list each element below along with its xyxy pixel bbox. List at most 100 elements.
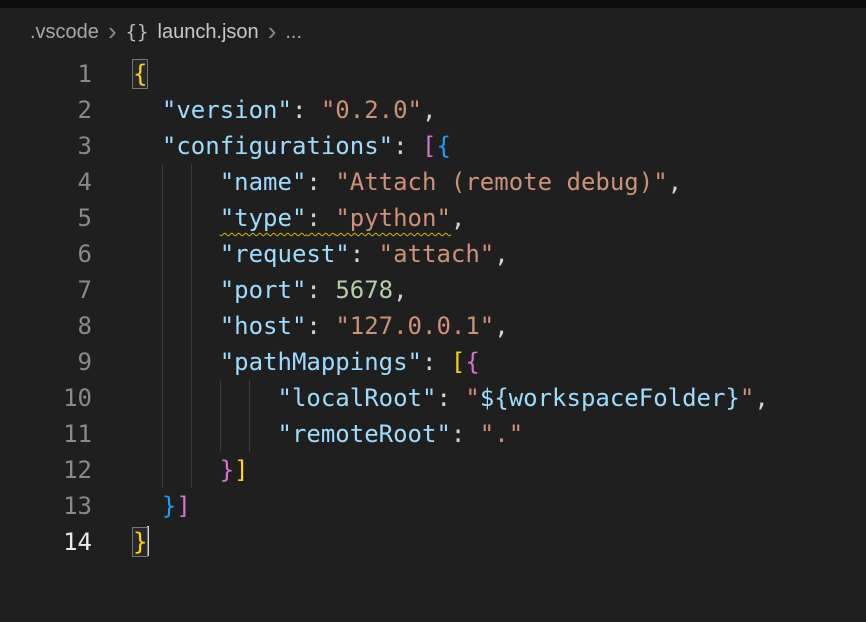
token-str: "Attach (remote debug)" [335, 168, 667, 196]
code-text: "remoteRoot": "." [133, 416, 523, 452]
token-key: "pathMappings" [220, 348, 422, 376]
code-line[interactable]: 11 "remoteRoot": "." [0, 416, 866, 452]
code-text: "localRoot": "${workspaceFolder}", [133, 380, 769, 416]
token-str: "attach" [379, 240, 495, 268]
line-number[interactable]: 9 [0, 344, 92, 380]
code-line[interactable]: 4 "name": "Attach (remote debug)", [0, 164, 866, 200]
token-key: "port" [220, 276, 307, 304]
chevron-right-icon: › [108, 18, 117, 44]
token-b1: { [133, 60, 147, 88]
token-key: "type" [220, 204, 307, 232]
code-line[interactable]: 6 "request": "attach", [0, 236, 866, 272]
token-pun: : [306, 168, 335, 196]
code-line[interactable]: 10 "localRoot": "${workspaceFolder}", [0, 380, 866, 416]
line-number[interactable]: 13 [0, 488, 92, 524]
code-line[interactable]: 2 "version": "0.2.0", [0, 92, 866, 128]
token-pun: , [422, 96, 436, 124]
line-number[interactable]: 4 [0, 164, 92, 200]
code-lines: 1{2 "version": "0.2.0",3 "configurations… [0, 56, 866, 560]
token-b1: } [133, 528, 147, 556]
token-b1: [ [451, 348, 465, 376]
line-number[interactable]: 2 [0, 92, 92, 128]
code-text: "request": "attach", [133, 236, 509, 272]
vscode-editor-window: .vscode › {} launch.json › ... 1{2 "vers… [0, 0, 866, 560]
code-line[interactable]: 8 "host": "127.0.0.1", [0, 308, 866, 344]
code-text: } [133, 524, 149, 560]
code-text: }] [133, 488, 191, 524]
line-number[interactable]: 14 [0, 524, 92, 560]
line-number[interactable]: 12 [0, 452, 92, 488]
token-pun: , [494, 240, 508, 268]
token-b2: } [220, 456, 234, 484]
token-pun: : [422, 348, 451, 376]
token-str: "." [480, 420, 523, 448]
token-pun: : [306, 276, 335, 304]
token-num: 5678 [335, 276, 393, 304]
token-ws [133, 240, 220, 268]
token-str: " [465, 384, 479, 412]
token-pun: , [393, 276, 407, 304]
token-pun: : [306, 312, 335, 340]
code-editor[interactable]: 1{2 "version": "0.2.0",3 "configurations… [0, 56, 866, 560]
token-pun: : [393, 132, 422, 160]
token-var: ${workspaceFolder} [480, 384, 740, 412]
token-key: "remoteRoot" [278, 420, 451, 448]
token-key: "localRoot" [278, 384, 437, 412]
code-line[interactable]: 1{ [0, 56, 866, 92]
breadcrumb: .vscode › {} launch.json › ... [0, 8, 866, 56]
token-ws [133, 132, 162, 160]
token-ws [133, 456, 220, 484]
token-str: "python" [335, 204, 451, 232]
token-ws [133, 312, 220, 340]
token-pun: , [451, 204, 465, 232]
code-text: "port": 5678, [133, 272, 408, 308]
token-pun: : [350, 240, 379, 268]
token-key: "request" [220, 240, 350, 268]
line-number[interactable]: 11 [0, 416, 92, 452]
token-key: "host" [220, 312, 307, 340]
token-pun: , [668, 168, 682, 196]
token-ws [133, 420, 278, 448]
token-ws [133, 348, 220, 376]
code-line[interactable]: 12 }] [0, 452, 866, 488]
code-text: "name": "Attach (remote debug)", [133, 164, 682, 200]
code-text: "configurations": [{ [133, 128, 451, 164]
token-pun: : [292, 96, 321, 124]
token-str: "0.2.0" [321, 96, 422, 124]
breadcrumb-folder[interactable]: .vscode [30, 21, 99, 44]
code-line[interactable]: 3 "configurations": [{ [0, 128, 866, 164]
code-line[interactable]: 5 "type": "python", [0, 200, 866, 236]
token-pun: : [436, 384, 465, 412]
line-number[interactable]: 6 [0, 236, 92, 272]
code-text: "host": "127.0.0.1", [133, 308, 509, 344]
code-line[interactable]: 14} [0, 524, 866, 560]
token-str: "127.0.0.1" [335, 312, 494, 340]
line-number[interactable]: 8 [0, 308, 92, 344]
code-text: { [133, 56, 147, 92]
token-b2: { [465, 348, 479, 376]
code-line[interactable]: 13 }] [0, 488, 866, 524]
line-number[interactable]: 7 [0, 272, 92, 308]
line-number[interactable]: 10 [0, 380, 92, 416]
token-ws [133, 96, 162, 124]
token-pun: , [494, 312, 508, 340]
token-str: " [740, 384, 754, 412]
breadcrumb-symbol-ellipsis[interactable]: ... [285, 21, 302, 44]
code-line[interactable]: 7 "port": 5678, [0, 272, 866, 308]
token-pun: : [306, 204, 335, 232]
code-line[interactable]: 9 "pathMappings": [{ [0, 344, 866, 380]
token-key: "name" [220, 168, 307, 196]
code-text: }] [133, 452, 249, 488]
code-text: "type": "python", [133, 200, 465, 236]
line-number[interactable]: 5 [0, 200, 92, 236]
token-ws [133, 492, 162, 520]
token-key: "version" [162, 96, 292, 124]
token-pun: , [754, 384, 768, 412]
line-number[interactable]: 1 [0, 56, 92, 92]
code-text: "pathMappings": [{ [133, 344, 480, 380]
line-number[interactable]: 3 [0, 128, 92, 164]
token-pun: : [451, 420, 480, 448]
token-ws [133, 276, 220, 304]
text-cursor [147, 526, 149, 556]
breadcrumb-file[interactable]: launch.json [158, 21, 259, 44]
